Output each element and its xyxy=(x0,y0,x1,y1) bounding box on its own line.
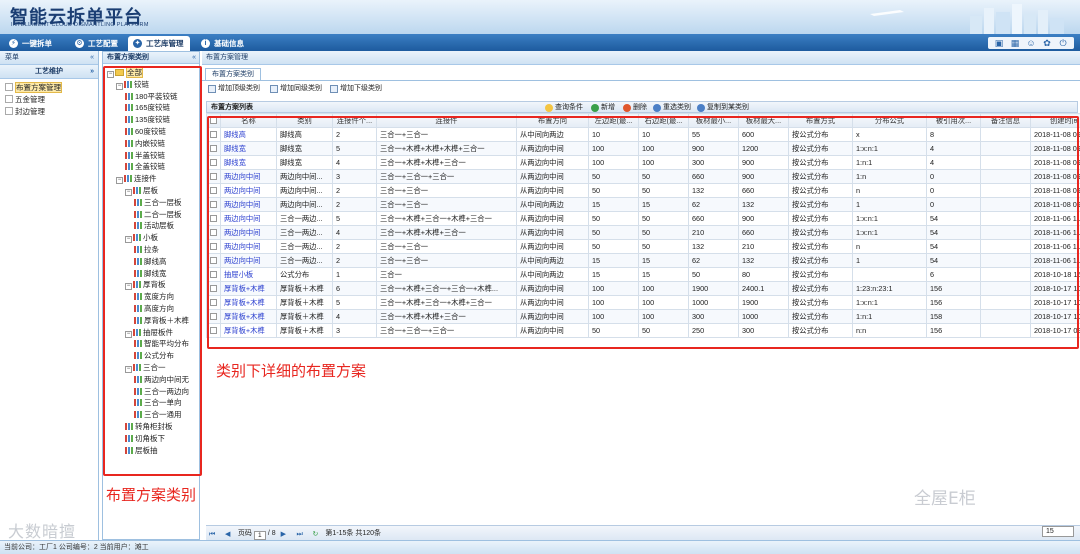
main-navbar: ⚡ 一键拆单 ⚙ 工艺配置 ✦ 工艺库管理 i 基础信息 xyxy=(0,34,1080,51)
watermark-right: 全屋E柜 xyxy=(914,489,976,509)
prev-page-icon[interactable]: ◀ xyxy=(225,531,233,539)
tab-process-library[interactable]: ✦ 工艺库管理 xyxy=(128,36,190,51)
tab-label: 基础信息 xyxy=(214,39,244,48)
action-label: 新增 xyxy=(601,104,615,111)
menu-item-layout-plan[interactable]: 布置方案管理 xyxy=(0,82,98,94)
add-icon xyxy=(270,85,278,93)
plus-icon xyxy=(591,104,599,112)
collapse-icon[interactable]: « xyxy=(192,52,196,64)
page-icon xyxy=(5,107,13,115)
delete-button[interactable]: 删除 xyxy=(623,102,647,114)
tab-label: 一键拆单 xyxy=(22,39,52,48)
tab-basic-info[interactable]: i 基础信息 xyxy=(196,36,254,51)
page-input[interactable]: 1 xyxy=(253,531,266,540)
page-icon xyxy=(5,83,13,91)
refresh-icon xyxy=(653,104,661,112)
app-subtitle: INTELLIGENT CLOUD DISMANTLING PLATFORM xyxy=(11,22,149,28)
wrench-icon: ✦ xyxy=(133,39,142,48)
search-icon xyxy=(545,104,553,112)
menu-section[interactable]: 工艺维护 » xyxy=(0,65,98,79)
button-label: 增加下级类别 xyxy=(340,85,382,92)
action-label: 查询条件 xyxy=(555,104,583,111)
tab-process-config[interactable]: ⚙ 工艺配置 xyxy=(70,36,126,51)
menu-header: 菜单 « xyxy=(0,51,98,65)
tab-underline xyxy=(202,80,1080,81)
copy-icon xyxy=(697,104,705,112)
chevron-up-icon[interactable]: » xyxy=(90,65,94,79)
menu-item-label: 封边管理 xyxy=(15,107,45,116)
action-label: 重选类别 xyxy=(663,104,691,111)
page-size-value: 15 xyxy=(1042,526,1074,537)
next-page-icon[interactable]: ▶ xyxy=(281,531,289,539)
query-button[interactable]: 查询条件 xyxy=(545,102,583,114)
pagination-bar: ⏮ ◀ 页码 1 / 8 ▶ ⏭ ↻ 第1-15条 共120条 xyxy=(206,525,1080,540)
settings-icon[interactable]: ✿ xyxy=(1042,38,1052,48)
grid-title: 布置方案列表 xyxy=(211,104,253,111)
tab-label: 工艺配置 xyxy=(88,39,118,48)
monitor-icon[interactable]: ▣ xyxy=(994,38,1004,48)
add-icon xyxy=(208,85,216,93)
user-icon[interactable]: ☺ xyxy=(1026,38,1036,48)
collapse-icon[interactable]: « xyxy=(90,51,94,65)
add-top-category-button[interactable]: 增加顶级类别 xyxy=(208,83,260,94)
total-pages: / 8 xyxy=(267,530,276,537)
category-panel-title: 布置方案类别 « xyxy=(103,52,199,64)
app-header: 智能云拆单平台 INTELLIGENT CLOUD DISMANTLING PL… xyxy=(0,0,1080,34)
refresh-icon[interactable]: ↻ xyxy=(312,531,320,539)
page-icon xyxy=(5,95,13,103)
add-button[interactable]: 新增 xyxy=(591,102,615,114)
menu-item-label: 五金管理 xyxy=(15,95,45,104)
button-label: 增加同级类别 xyxy=(280,85,322,92)
grid-header: 布置方案列表 查询条件 新增 删除 重选类别 复制到某类别 xyxy=(206,101,1078,113)
header-toolbar: ▣ ▦ ☺ ✿ ⏻ xyxy=(988,37,1074,49)
menu-item-label: 布置方案管理 xyxy=(15,82,62,93)
section-label: 工艺维护 xyxy=(35,68,63,75)
record-info: 第1-15条 共120条 xyxy=(325,530,382,537)
copy-to-category-button[interactable]: 复制到某类别 xyxy=(697,102,749,114)
info-icon: i xyxy=(201,39,210,48)
first-page-icon[interactable]: ⏮ xyxy=(209,531,217,539)
delete-icon xyxy=(623,104,631,112)
page-label: 页码 xyxy=(237,530,252,537)
highlight-box-plans xyxy=(207,116,1079,349)
annotation-plans: 类别下详细的布置方案 xyxy=(216,362,367,380)
button-label: 增加顶级类别 xyxy=(218,85,260,92)
add-child-category-button[interactable]: 增加下级类别 xyxy=(330,83,382,94)
page-size-select[interactable]: 15 xyxy=(1042,526,1074,537)
menu-item-hardware[interactable]: 五金管理 xyxy=(0,94,98,106)
action-label: 删除 xyxy=(633,104,647,111)
category-title-text: 布置方案类别 xyxy=(107,54,149,61)
annotation-category: 布置方案类别 xyxy=(106,486,197,504)
watermark-left: 大数暗擅 xyxy=(8,522,77,541)
gear-icon: ⚙ xyxy=(75,39,84,48)
logout-icon[interactable]: ⏻ xyxy=(1058,38,1068,48)
highlight-box-category xyxy=(103,66,202,476)
add-icon xyxy=(330,85,338,93)
lightning-icon: ⚡ xyxy=(9,39,18,48)
city-skyline-decoration xyxy=(870,4,1064,34)
calendar-icon[interactable]: ▦ xyxy=(1010,38,1020,48)
menu-item-edge-banding[interactable]: 封边管理 xyxy=(0,106,98,118)
status-bar: 当前公司：工厂1 公司编号：2 当前用户：滩工 xyxy=(0,540,1080,554)
breadcrumb: 布置方案管理 xyxy=(202,51,1080,65)
tab-label: 工艺库管理 xyxy=(146,39,184,48)
add-sibling-category-button[interactable]: 增加同级类别 xyxy=(270,83,322,94)
action-label: 复制到某类别 xyxy=(707,104,749,111)
tab-category[interactable]: 布置方案类别 xyxy=(205,68,261,80)
tab-one-click-split[interactable]: ⚡ 一键拆单 xyxy=(4,36,60,51)
left-menu: 菜单 « 工艺维护 » 布置方案管理 五金管理 封边管理 xyxy=(0,51,99,540)
last-page-icon[interactable]: ⏭ xyxy=(297,531,305,539)
reselect-category-button[interactable]: 重选类别 xyxy=(653,102,691,114)
menu-label: 菜单 xyxy=(5,54,19,61)
